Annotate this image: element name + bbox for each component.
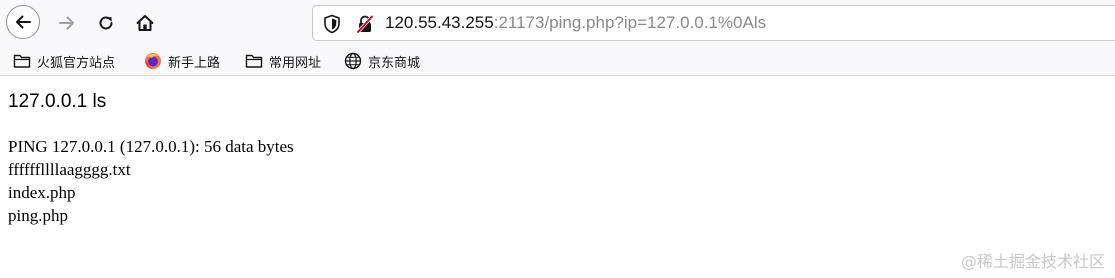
browser-window: 120.55.43.255:21173/ping.php?ip=127.0.0.… — [0, 0, 1115, 278]
bookmark-label: 新手上路 — [168, 55, 221, 71]
back-button[interactable] — [6, 5, 40, 39]
address-bar[interactable]: 120.55.43.255:21173/ping.php?ip=127.0.0.… — [312, 5, 1115, 41]
bookmark-firefox-official[interactable]: 火狐官方站点 — [13, 50, 115, 72]
bookmark-getting-started[interactable]: 新手上路 — [144, 50, 220, 72]
page-content: 127.0.0.1 ls PING 127.0.0.1 (127.0.0.1):… — [0, 77, 1115, 278]
globe-icon — [344, 52, 362, 70]
arrow-right-icon — [58, 14, 76, 32]
bookmark-label: 火狐官方站点 — [37, 55, 116, 71]
insecure-lock-icon[interactable] — [355, 14, 375, 38]
url-path: :21173/ping.php?ip=127.0.0.1%0Als — [493, 13, 767, 32]
folder-icon — [13, 53, 31, 69]
command-output: PING 127.0.0.1 (127.0.0.1): 56 data byte… — [8, 135, 294, 227]
watermark: @稀土掘金技术社区 — [960, 252, 1105, 271]
forward-button[interactable] — [50, 6, 84, 40]
reload-icon — [97, 14, 115, 32]
arrow-left-icon — [14, 13, 32, 31]
bookmark-label: 常用网址 — [269, 55, 322, 71]
bookmark-label: 京东商城 — [368, 55, 421, 71]
page-heading: 127.0.0.1 ls — [8, 91, 107, 112]
output-line: ffffffllllaagggg.txt — [8, 160, 131, 179]
bookmark-jd-mall[interactable]: 京东商城 — [344, 50, 420, 72]
folder-icon — [245, 53, 263, 69]
url-text[interactable]: 120.55.43.255:21173/ping.php?ip=127.0.0.… — [385, 13, 766, 33]
output-line: PING 127.0.0.1 (127.0.0.1): 56 data byte… — [8, 137, 294, 156]
home-button[interactable] — [128, 6, 162, 40]
navigation-toolbar: 120.55.43.255:21173/ping.php?ip=127.0.0.… — [0, 0, 1115, 45]
url-host: 120.55.43.255 — [385, 13, 494, 32]
bookmarks-toolbar: 火狐官方站点 新手上路 常用网址 京东商城 — [0, 45, 1115, 76]
bookmark-common-sites[interactable]: 常用网址 — [245, 50, 321, 72]
output-line: ping.php — [8, 206, 68, 225]
reload-button[interactable] — [89, 6, 123, 40]
home-icon — [135, 13, 155, 33]
output-line: index.php — [8, 183, 76, 202]
tracking-shield-icon[interactable] — [323, 14, 341, 38]
firefox-icon — [144, 52, 162, 70]
